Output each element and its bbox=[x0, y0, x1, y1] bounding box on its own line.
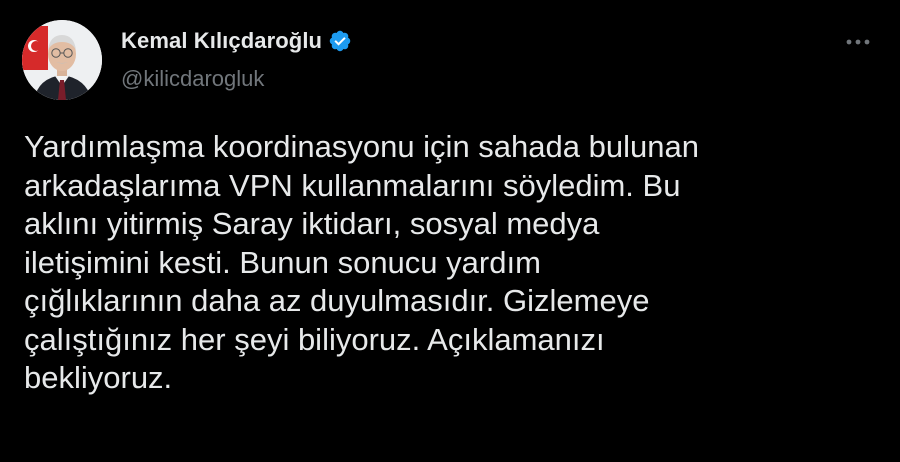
verified-badge-icon bbox=[328, 29, 352, 53]
author-display-name[interactable]: Kemal Kılıçdaroğlu bbox=[121, 28, 322, 54]
tweet-card: Kemal Kılıçdaroğlu @kilicdarogluk Yardım… bbox=[0, 0, 900, 462]
profile-photo-icon bbox=[22, 20, 102, 100]
tweet-body-text: Yardımlaşma koordinasyonu için sahada bu… bbox=[24, 129, 699, 395]
author-name-row: Kemal Kılıçdaroğlu bbox=[121, 28, 352, 54]
more-horizontal-icon[interactable] bbox=[840, 28, 876, 56]
author-handle[interactable]: @kilicdarogluk bbox=[121, 66, 264, 92]
author-avatar[interactable] bbox=[22, 20, 102, 100]
